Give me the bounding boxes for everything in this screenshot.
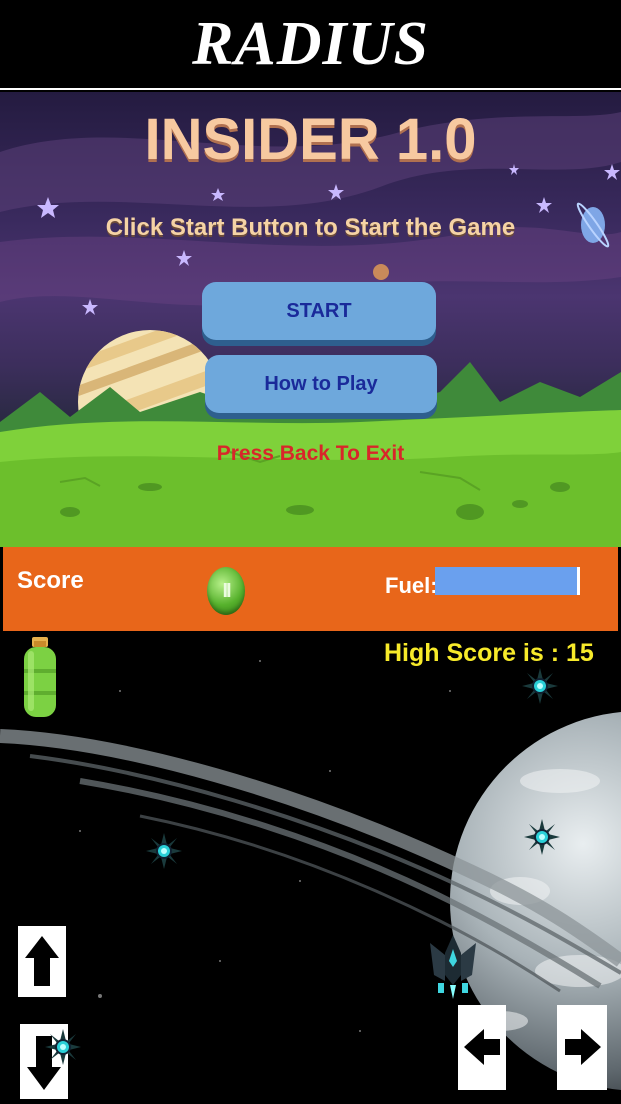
fuel-bar: [435, 567, 580, 595]
space-mine-icon: [45, 1029, 81, 1065]
high-score-text: High Score is : 15: [384, 639, 594, 667]
move-right-button[interactable]: [557, 1005, 607, 1090]
move-up-button[interactable]: [18, 926, 66, 997]
arrow-right-icon: [565, 1029, 601, 1065]
game-hud: Score II Fuel:: [0, 547, 621, 631]
score-label: Score: [17, 567, 84, 594]
fuel-tank-icon: [24, 637, 56, 717]
exit-hint: Press Back To Exit: [216, 442, 405, 465]
arrow-left-icon: [464, 1029, 500, 1065]
start-button[interactable]: START: [202, 282, 436, 340]
game-area: High Score is : 15: [0, 631, 621, 1104]
spaceship-icon: [430, 935, 476, 999]
space-mine-icon: [522, 668, 558, 704]
arrow-up-icon: [25, 936, 59, 986]
pause-button[interactable]: II: [207, 567, 245, 615]
how-to-play-button[interactable]: How to Play: [205, 355, 437, 413]
pause-icon: II: [222, 579, 231, 602]
game-title: INSIDER 1.0: [144, 107, 477, 172]
menu-instructions: Click Start Button to Start the Game: [105, 214, 516, 241]
fuel-label: Fuel:: [385, 573, 438, 598]
menu-screen: INSIDER 1.0 Click Start Button to Start …: [0, 92, 621, 547]
app-title: RADIUS: [192, 9, 429, 78]
app-header: RADIUS: [0, 0, 621, 90]
space-mine-icon: [524, 819, 560, 855]
move-left-button[interactable]: [458, 1005, 506, 1090]
space-mine-icon: [146, 833, 182, 869]
